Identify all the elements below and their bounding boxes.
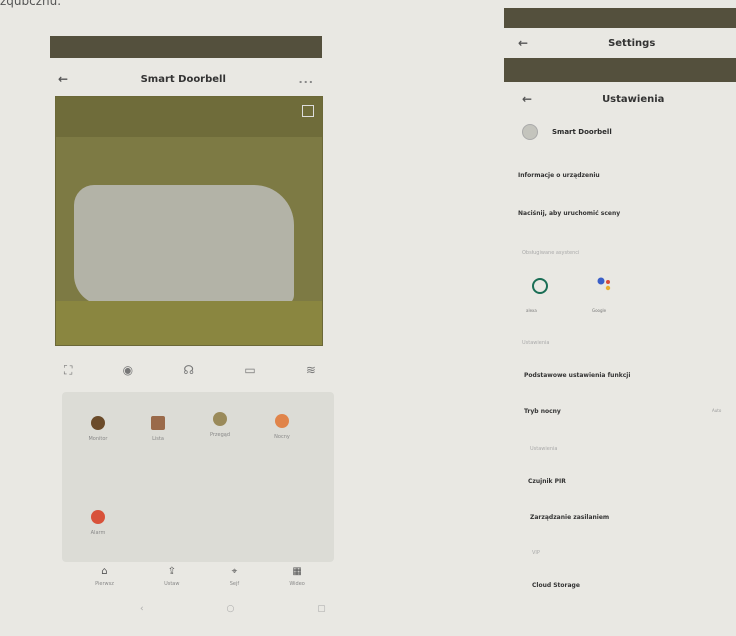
device-name: Smart Doorbell	[552, 128, 612, 136]
status-bar-top	[504, 8, 736, 28]
func-review[interactable]: Przegąd	[190, 412, 250, 438]
alarm-icon	[91, 510, 105, 524]
night-mode-value: Auto	[712, 408, 722, 413]
alexa-icon[interactable]	[532, 278, 548, 294]
upload-icon: ⇪	[167, 566, 176, 577]
func-alarm[interactable]: Alarm	[68, 510, 128, 536]
review-icon	[213, 412, 227, 426]
list-icon	[151, 416, 165, 430]
status-bar	[50, 36, 322, 58]
settings-section-label: Ustawienia	[522, 340, 550, 346]
talk-icon[interactable]: ☊	[183, 363, 194, 377]
device-row[interactable]: Smart Doorbell	[522, 124, 612, 140]
left-phone-panel: ← Smart Doorbell ... ⛶ ◉ ☊ ▭ ≋ Monitor L…	[50, 30, 335, 630]
back-arrow-icon[interactable]: ←	[522, 92, 532, 106]
pir-row[interactable]: Czujnik PIR	[528, 478, 566, 485]
bell-icon: ⌖	[231, 566, 238, 577]
video-grass-bottom	[56, 301, 322, 345]
function-panel: Monitor Lista Przegąd Nocny Alarm	[62, 392, 334, 562]
record-icon[interactable]: ▭	[244, 363, 255, 377]
fullscreen-toggle-icon[interactable]: ⛶	[64, 363, 72, 378]
fullscreen-icon[interactable]	[302, 105, 314, 117]
settings-section-label-2: Ustawienia	[530, 446, 558, 452]
google-label: Google	[592, 308, 607, 313]
page-title: Smart Doorbell	[140, 73, 226, 85]
night-mode-row[interactable]: Tryb nocny	[524, 408, 561, 415]
device-icon	[522, 124, 538, 140]
stray-text: zqubcznu.	[0, 0, 62, 8]
back-arrow-icon[interactable]: ←	[518, 36, 528, 50]
home-icon: ⌂	[101, 566, 108, 577]
back-arrow-icon[interactable]: ←	[58, 72, 68, 86]
nav-settings[interactable]: ⇪ Ustaw	[164, 566, 179, 596]
video-grass	[56, 97, 322, 137]
grid-icon: ▦	[292, 566, 302, 577]
vip-section-label: VIP	[532, 550, 540, 556]
system-nav-bar: ‹ ○ ▢	[140, 604, 366, 614]
video-ground	[74, 185, 294, 305]
ustawienia-title: Ustawienia	[602, 93, 665, 105]
power-management-row[interactable]: Zarządzanie zasilaniem	[530, 514, 609, 521]
video-controls: ⛶ ◉ ☊ ▭ ≋	[64, 358, 316, 382]
right-phone-panel: ← Settings ← Ustawienia Smart Doorbell I…	[500, 0, 736, 636]
nav-safe[interactable]: ⌖ Sejf	[230, 566, 239, 596]
cloud-storage-row[interactable]: Cloud Storage	[532, 582, 580, 589]
device-info-row[interactable]: Informacje o urządzeniu	[518, 172, 600, 179]
status-bar-second	[504, 58, 736, 82]
func-list[interactable]: Lista	[128, 416, 188, 442]
monitor-icon	[91, 416, 105, 430]
settings-title: Settings	[608, 37, 656, 49]
func-night[interactable]: Nocny	[252, 414, 312, 440]
bottom-navigation: ⌂ Pierwsz ⇪ Ustaw ⌖ Sejf ▦ Wideo	[70, 566, 330, 596]
nav-video[interactable]: ▦ Wideo	[289, 566, 305, 596]
tap-to-run-row[interactable]: Naciśnij, aby uruchomić sceny	[518, 210, 620, 217]
assistant-section-label: Obsługiwane asystenci	[522, 250, 580, 256]
more-icon[interactable]: ...	[298, 73, 314, 86]
func-monitor[interactable]: Monitor	[68, 416, 128, 442]
nav-home[interactable]: ⌂ Pierwsz	[95, 566, 114, 596]
alexa-label: alexa	[526, 308, 537, 313]
google-assistant-icon[interactable]	[596, 276, 614, 294]
quality-icon[interactable]: ≋	[306, 363, 316, 377]
settings-header: ← Settings	[504, 30, 736, 56]
advanced-settings-row[interactable]: Podstawowe ustawienia funkcji	[524, 372, 630, 379]
live-video-feed[interactable]	[55, 96, 323, 346]
doorbell-header: ← Smart Doorbell ...	[50, 60, 322, 98]
snapshot-icon[interactable]: ◉	[123, 363, 133, 377]
night-icon	[275, 414, 289, 428]
ustawienia-header: ← Ustawienia	[504, 84, 736, 114]
